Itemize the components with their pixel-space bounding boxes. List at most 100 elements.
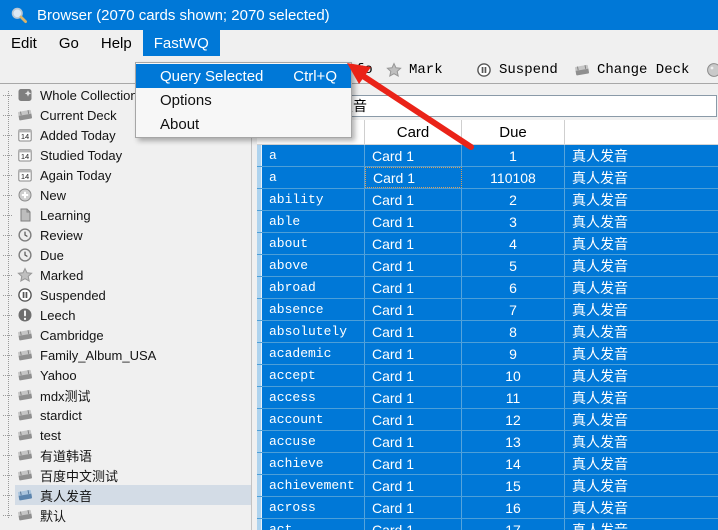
cell-deck[interactable]: 真人发音 xyxy=(565,453,718,474)
column-header-due[interactable]: Due xyxy=(462,120,565,144)
sidebar-item-again-today[interactable]: 14Again Today xyxy=(0,165,251,185)
table-row[interactable]: ableCard 13真人发音 xyxy=(257,211,718,233)
table-row[interactable]: achieveCard 114真人发音 xyxy=(257,453,718,475)
cell-deck[interactable]: 真人发音 xyxy=(565,299,718,320)
cell-deck[interactable]: 真人发音 xyxy=(565,277,718,298)
table-row[interactable]: academicCard 19真人发音 xyxy=(257,343,718,365)
cell-sort-field[interactable]: act xyxy=(262,519,365,530)
cell-sort-field[interactable]: above xyxy=(262,255,365,276)
cell-card[interactable]: Card 1 xyxy=(365,343,462,364)
cell-card[interactable]: Card 1 xyxy=(365,409,462,430)
cell-due[interactable]: 7 xyxy=(462,299,565,320)
cell-due[interactable]: 12 xyxy=(462,409,565,430)
table-row[interactable]: acrossCard 116真人发音 xyxy=(257,497,718,519)
cell-sort-field[interactable]: about xyxy=(262,233,365,254)
cell-deck[interactable]: 真人发音 xyxy=(565,255,718,276)
cell-card[interactable]: Card 1 xyxy=(365,299,462,320)
table-row[interactable]: achievementCard 115真人发音 xyxy=(257,475,718,497)
cell-card[interactable]: Card 1 xyxy=(365,255,462,276)
cell-deck[interactable]: 真人发音 xyxy=(565,519,718,530)
cell-deck[interactable]: 真人发音 xyxy=(565,167,718,188)
cell-sort-field[interactable]: accept xyxy=(262,365,365,386)
cell-card[interactable]: Card 1 xyxy=(365,145,462,166)
toolbar-button-mark[interactable]: Mark xyxy=(386,59,443,81)
cell-deck[interactable]: 真人发音 xyxy=(565,211,718,232)
sidebar-item-studied-today[interactable]: 14Studied Today xyxy=(0,145,251,165)
cell-sort-field[interactable]: a xyxy=(262,167,365,188)
menu-option-about[interactable]: About xyxy=(136,112,351,136)
cell-due[interactable]: 2 xyxy=(462,189,565,210)
cell-due[interactable]: 17 xyxy=(462,519,565,530)
cell-due[interactable]: 16 xyxy=(462,497,565,518)
cell-card[interactable]: Card 1 xyxy=(365,453,462,474)
cell-deck[interactable]: 真人发音 xyxy=(565,365,718,386)
cell-due[interactable]: 1 xyxy=(462,145,565,166)
cell-card[interactable]: Card 1 xyxy=(365,519,462,530)
table-row[interactable]: actCard 117真人发音 xyxy=(257,519,718,530)
table-row[interactable]: absolutelyCard 18真人发音 xyxy=(257,321,718,343)
cell-sort-field[interactable]: a xyxy=(262,145,365,166)
cell-deck[interactable]: 真人发音 xyxy=(565,431,718,452)
cell-due[interactable]: 110108 xyxy=(462,167,565,188)
sidebar-item-due[interactable]: Due xyxy=(0,245,251,265)
table-row[interactable]: aboveCard 15真人发音 xyxy=(257,255,718,277)
toolbar-button-item[interactable] xyxy=(706,59,718,81)
table-row[interactable]: aboutCard 14真人发音 xyxy=(257,233,718,255)
cell-sort-field[interactable]: absolutely xyxy=(262,321,365,342)
table-row[interactable]: aCard 11真人发音 xyxy=(257,145,718,167)
cell-sort-field[interactable]: achieve xyxy=(262,453,365,474)
cell-sort-field[interactable]: across xyxy=(262,497,365,518)
menu-item-fastwq[interactable]: FastWQ xyxy=(143,30,220,56)
menu-option-query-selected[interactable]: Query SelectedCtrl+Q xyxy=(136,64,351,88)
cell-due[interactable]: 10 xyxy=(462,365,565,386)
sidebar-item-suspended[interactable]: Suspended xyxy=(0,285,251,305)
sidebar-item-test[interactable]: test xyxy=(0,425,251,445)
column-header-card[interactable]: Card xyxy=(365,120,462,144)
cell-card[interactable]: Card 1 xyxy=(365,497,462,518)
cell-deck[interactable]: 真人发音 xyxy=(565,387,718,408)
cell-deck[interactable]: 真人发音 xyxy=(565,343,718,364)
sidebar-item-mdx[interactable]: mdx测试 xyxy=(0,385,251,405)
cell-due[interactable]: 8 xyxy=(462,321,565,342)
cell-due[interactable]: 6 xyxy=(462,277,565,298)
cell-sort-field[interactable]: ability xyxy=(262,189,365,210)
cell-sort-field[interactable]: achievement xyxy=(262,475,365,496)
cell-card[interactable]: Card 1 xyxy=(365,475,462,496)
cell-due[interactable]: 3 xyxy=(462,211,565,232)
sidebar-item-marked[interactable]: Marked xyxy=(0,265,251,285)
table-row[interactable]: accuseCard 113真人发音 xyxy=(257,431,718,453)
column-header-item[interactable] xyxy=(565,120,718,144)
table-row[interactable]: aCard 1110108真人发音 xyxy=(257,167,718,189)
cell-card[interactable]: Card 1 xyxy=(365,431,462,452)
table-row[interactable]: accountCard 112真人发音 xyxy=(257,409,718,431)
cell-deck[interactable]: 真人发音 xyxy=(565,321,718,342)
cell-sort-field[interactable]: academic xyxy=(262,343,365,364)
table-row[interactable]: abilityCard 12真人发音 xyxy=(257,189,718,211)
sidebar-item-stardict[interactable]: stardict xyxy=(0,405,251,425)
sidebar-item-new[interactable]: New xyxy=(0,185,251,205)
cell-sort-field[interactable]: abroad xyxy=(262,277,365,298)
cell-card[interactable]: Card 1 xyxy=(365,277,462,298)
sidebar-item-family-album-usa[interactable]: Family_Album_USA xyxy=(0,345,251,365)
cell-card[interactable]: Card 1 xyxy=(365,211,462,232)
table-row[interactable]: abroadCard 16真人发音 xyxy=(257,277,718,299)
cell-card[interactable]: Card 1 xyxy=(365,233,462,254)
sidebar-item-leech[interactable]: Leech xyxy=(0,305,251,325)
cell-sort-field[interactable]: account xyxy=(262,409,365,430)
menu-item-help[interactable]: Help xyxy=(90,30,143,56)
toolbar-button-change-deck[interactable]: Change Deck xyxy=(574,59,689,81)
sidebar-item-item[interactable]: 百度中文测试 xyxy=(0,465,251,485)
cell-deck[interactable]: 真人发音 xyxy=(565,233,718,254)
cell-due[interactable]: 13 xyxy=(462,431,565,452)
cell-due[interactable]: 4 xyxy=(462,233,565,254)
cell-sort-field[interactable]: accuse xyxy=(262,431,365,452)
menu-item-go[interactable]: Go xyxy=(48,30,90,56)
cell-due[interactable]: 5 xyxy=(462,255,565,276)
cell-card[interactable]: Card 1 xyxy=(365,321,462,342)
cell-due[interactable]: 11 xyxy=(462,387,565,408)
cell-card[interactable]: Card 1 xyxy=(365,189,462,210)
cell-deck[interactable]: 真人发音 xyxy=(565,497,718,518)
cell-sort-field[interactable]: able xyxy=(262,211,365,232)
sidebar-item-yahoo[interactable]: Yahoo xyxy=(0,365,251,385)
toolbar-button-suspend[interactable]: Suspend xyxy=(476,59,558,81)
